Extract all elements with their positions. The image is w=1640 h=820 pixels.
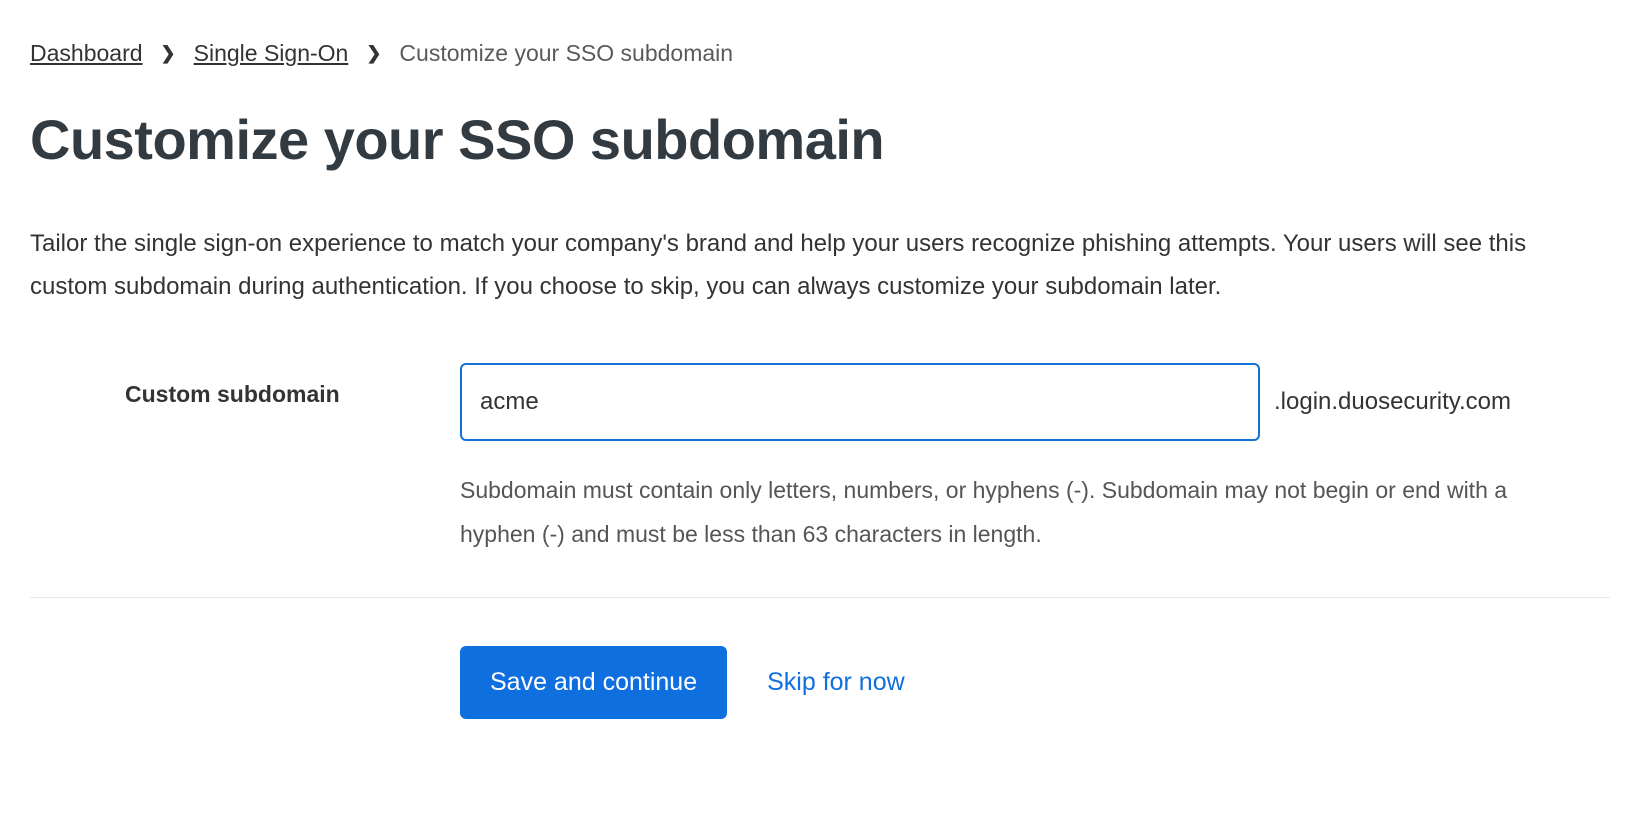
section-divider [30,597,1610,598]
chevron-right-icon: ❯ [161,43,176,64]
breadcrumb: Dashboard ❯ Single Sign-On ❯ Customize y… [30,40,1610,67]
subdomain-label: Custom subdomain [30,363,460,408]
chevron-right-icon: ❯ [366,43,381,64]
save-and-continue-button[interactable]: Save and continue [460,646,727,719]
skip-for-now-button[interactable]: Skip for now [767,668,905,697]
page-title: Customize your SSO subdomain [30,107,1610,172]
subdomain-form-row: Custom subdomain .login.duosecurity.com … [30,363,1610,556]
subdomain-input-line: .login.duosecurity.com [460,363,1610,441]
subdomain-help-text: Subdomain must contain only letters, num… [460,469,1570,556]
breadcrumb-single-sign-on[interactable]: Single Sign-On [194,40,349,67]
domain-suffix: .login.duosecurity.com [1274,388,1511,416]
breadcrumb-current: Customize your SSO subdomain [399,40,733,67]
breadcrumb-dashboard[interactable]: Dashboard [30,40,143,67]
page-description: Tailor the single sign-on experience to … [30,222,1530,308]
subdomain-input-wrapper: .login.duosecurity.com Subdomain must co… [460,363,1610,556]
button-row: Save and continue Skip for now [30,646,1610,719]
subdomain-input[interactable] [460,363,1260,441]
